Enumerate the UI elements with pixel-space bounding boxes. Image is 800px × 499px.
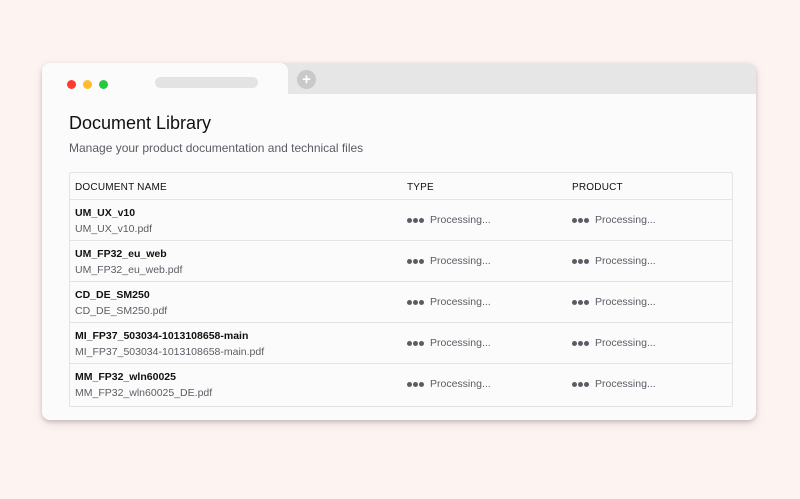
loading-dots-icon [407,382,425,387]
browser-tab[interactable] [42,63,288,94]
column-header-product[interactable]: PRODUCT [572,182,623,193]
page-subtitle: Manage your product documentation and te… [69,141,364,155]
table-header: DOCUMENT NAME TYPE PRODUCT [70,173,732,200]
document-filename: CD_DE_SM250.pdf [75,305,168,317]
product-status-label: Processing... [595,214,656,226]
table-row[interactable]: MM_FP32_wln60025 MM_FP32_wln60025_DE.pdf… [70,364,732,405]
loading-dots-icon [572,218,590,223]
document-filename: MM_FP32_wln60025_DE.pdf [75,387,213,399]
type-status-label: Processing... [430,337,491,349]
page-content: Document Library Manage your product doc… [42,94,756,420]
table-row[interactable]: UM_UX_v10 UM_UX_v10.pdf Processing... Pr… [70,200,732,241]
loading-dots-icon [572,300,590,305]
tab-title-placeholder [155,77,258,88]
close-window-button[interactable] [67,80,76,89]
column-header-type[interactable]: TYPE [407,182,434,193]
document-name: MM_FP32_wln60025 [75,371,176,383]
loading-dots-icon [572,259,590,264]
browser-titlebar: + [42,63,756,94]
product-status-label: Processing... [595,255,656,267]
minimize-window-button[interactable] [83,80,92,89]
document-name: MI_FP37_503034-1013108658-main [75,330,249,342]
loading-dots-icon [572,341,590,346]
loading-dots-icon [407,259,425,264]
plus-icon: + [302,71,311,88]
type-status-label: Processing... [430,214,491,226]
table-row[interactable]: UM_FP32_eu_web UM_FP32_eu_web.pdf Proces… [70,241,732,282]
document-name: UM_UX_v10 [75,207,136,219]
product-status-label: Processing... [595,337,656,349]
loading-dots-icon [407,218,425,223]
document-filename: MI_FP37_503034-1013108658-main.pdf [75,346,265,358]
document-filename: UM_FP32_eu_web.pdf [75,264,183,276]
document-name: CD_DE_SM250 [75,289,150,301]
document-name: UM_FP32_eu_web [75,248,167,260]
maximize-window-button[interactable] [99,80,108,89]
table-row[interactable]: CD_DE_SM250 CD_DE_SM250.pdf Processing..… [70,282,732,323]
loading-dots-icon [572,382,590,387]
documents-table: DOCUMENT NAME TYPE PRODUCT UM_UX_v10 UM_… [69,172,733,407]
column-header-document-name[interactable]: DOCUMENT NAME [75,182,167,193]
new-tab-button[interactable]: + [297,70,316,89]
type-status-label: Processing... [430,255,491,267]
product-status-label: Processing... [595,378,656,390]
browser-window: + Document Library Manage your product d… [42,63,756,420]
type-status-label: Processing... [430,296,491,308]
loading-dots-icon [407,341,425,346]
type-status-label: Processing... [430,378,491,390]
page-title: Document Library [69,113,212,133]
loading-dots-icon [407,300,425,305]
product-status-label: Processing... [595,296,656,308]
table-row[interactable]: MI_FP37_503034-1013108658-main MI_FP37_5… [70,323,732,364]
document-filename: UM_UX_v10.pdf [75,223,153,235]
